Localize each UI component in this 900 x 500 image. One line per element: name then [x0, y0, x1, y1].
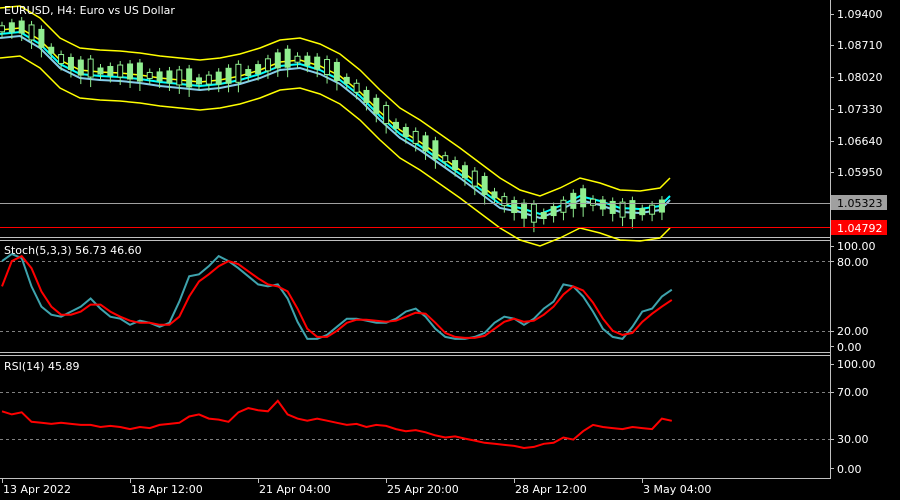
candle [186, 64, 193, 97]
stochastic-panel[interactable]: Stoch(5,3,3) 56.73 46.60 100.00 80.00 20… [0, 240, 876, 354]
bid-price-label: 1.05323 [837, 197, 883, 210]
candle [609, 197, 616, 222]
candle [333, 58, 340, 91]
price-tick-4: 1.07330 [830, 103, 883, 116]
candle [146, 68, 153, 85]
stoch-level-label: 0.00 [837, 341, 862, 354]
candle [432, 136, 439, 169]
stoch-level-label: 20.00 [837, 325, 869, 338]
bollinger-middle [0, 27, 671, 219]
candle [77, 56, 84, 85]
candle [649, 201, 656, 222]
candle [580, 184, 587, 217]
rsi-level-label: 0.00 [837, 463, 862, 476]
price-panel[interactable]: EURUSD, H4: Euro vs US Dollar [0, 4, 830, 247]
stoch-main-line [1, 252, 673, 341]
rsi-level-label: 100.00 [837, 358, 876, 371]
candle [284, 45, 291, 78]
price-label: 1.08020 [837, 71, 883, 84]
candle [97, 64, 104, 81]
rsi-level-label: 30.00 [837, 433, 869, 446]
candle [176, 65, 183, 94]
panel-borders [0, 0, 831, 479]
price-tick-6: 1.05950 [830, 166, 883, 179]
rsi-line [1, 399, 673, 450]
candle [196, 73, 202, 90]
candle [658, 196, 665, 221]
stoch-level-label: 80.00 [837, 256, 869, 269]
price-tick-2: 1.08710 [830, 39, 883, 52]
price-axis[interactable]: 1.09400 1.08710 1.08020 1.07330 1.06640 … [830, 8, 887, 235]
time-label: 3 May 04:00 [643, 483, 711, 496]
candle [383, 101, 390, 134]
chart-title: EURUSD, H4: Euro vs US Dollar [4, 4, 175, 17]
rsi-panel[interactable]: RSI(14) 45.89 100.00 70.00 30.00 0.00 [0, 358, 876, 476]
chart-window[interactable]: EURUSD, H4: Euro vs US Dollar 1.09400 1.… [0, 0, 900, 500]
price-label: 1.05950 [837, 166, 883, 179]
candle [619, 198, 626, 227]
candle [294, 52, 301, 69]
candle [550, 202, 557, 223]
time-label: 13 Apr 2022 [3, 483, 71, 496]
price-tick-3: 1.08020 [830, 71, 883, 84]
candle [245, 65, 252, 82]
stoch-axis: 100.00 80.00 20.00 0.00 [830, 240, 876, 354]
bollinger-bands [0, 5, 671, 247]
candle [274, 48, 281, 77]
candle [639, 204, 646, 221]
candle [0, 21, 5, 38]
price-label: 1.09400 [837, 8, 883, 21]
candle [38, 25, 45, 58]
candle [127, 60, 134, 89]
price-label: 1.06640 [837, 135, 883, 148]
candle [87, 55, 94, 88]
candle [599, 195, 606, 216]
candle [235, 60, 242, 93]
price-tick-5: 1.06640 [830, 135, 883, 148]
stoch-level-label: 100.00 [837, 240, 876, 253]
rsi-label: RSI(14) 45.89 [4, 360, 79, 373]
candle [225, 64, 232, 93]
time-label: 28 Apr 12:00 [515, 483, 587, 496]
rsi-level-label: 70.00 [837, 386, 869, 399]
price-tick-1: 1.09400 [830, 8, 883, 21]
time-label: 21 Apr 04:00 [259, 483, 331, 496]
candle [136, 58, 143, 91]
ma-fast [0, 30, 671, 216]
rsi-axis: 100.00 70.00 30.00 0.00 [830, 358, 876, 476]
candle [511, 196, 518, 221]
price-label: 1.07330 [837, 103, 883, 116]
candle [629, 196, 636, 229]
stoch-label: Stoch(5,3,3) 56.73 46.60 [4, 244, 142, 257]
time-label: 18 Apr 12:00 [131, 483, 203, 496]
bollinger-lower [0, 55, 671, 247]
time-label: 25 Apr 20:00 [387, 483, 459, 496]
time-axis[interactable]: 13 Apr 2022 18 Apr 12:00 21 Apr 04:00 25… [2, 479, 712, 496]
marker-price-label: 1.04792 [837, 222, 883, 235]
candle [560, 196, 567, 221]
price-label: 1.08710 [837, 39, 883, 52]
candle [481, 172, 488, 205]
moving-averages [0, 30, 671, 220]
